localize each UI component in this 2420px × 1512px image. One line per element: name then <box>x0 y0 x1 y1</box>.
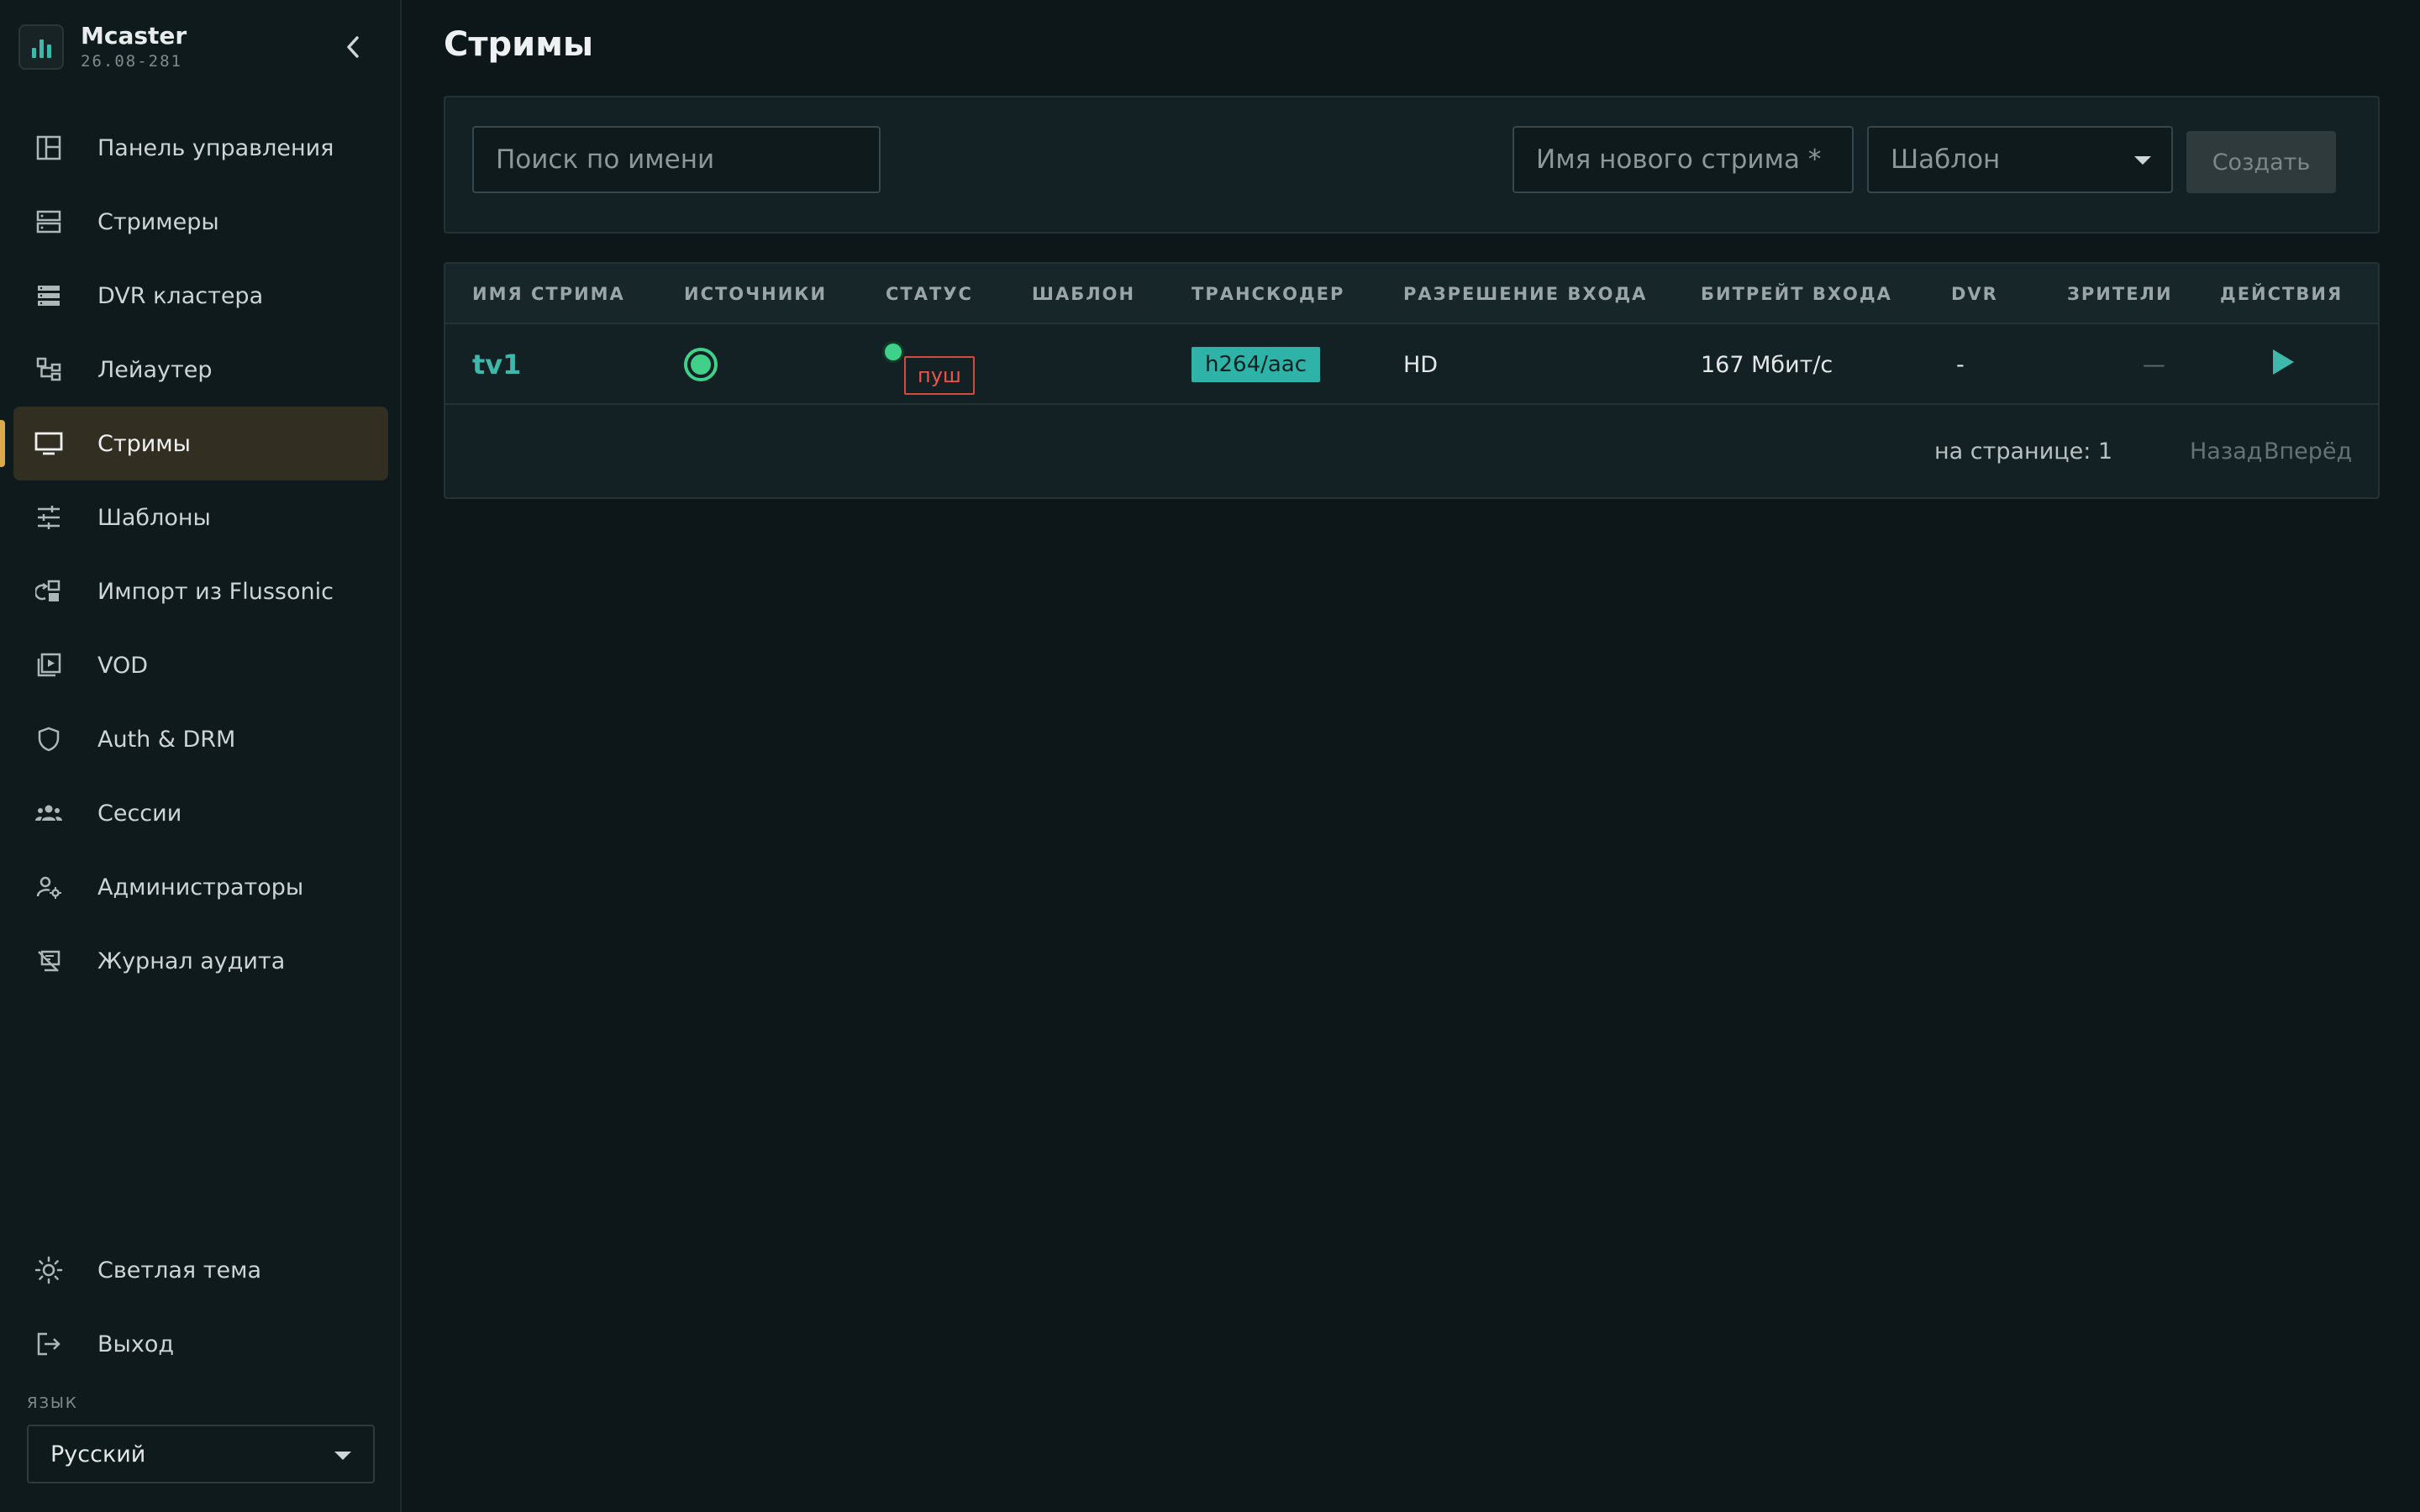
play-icon <box>2273 349 2294 375</box>
storage-icon <box>34 281 64 311</box>
app-version: 26.08-281 <box>81 52 182 71</box>
sidebar-item-vod[interactable]: VOD <box>13 628 388 702</box>
input-resolution: HD <box>1403 351 1439 378</box>
sidebar-item-label: Стримеры <box>97 208 219 235</box>
column-header-name[interactable]: ИМЯ СТРИМА <box>472 284 625 304</box>
audit-icon <box>34 946 64 976</box>
sidebar-item-dvr-cluster[interactable]: DVR кластера <box>13 259 388 333</box>
column-header-viewers[interactable]: ЗРИТЕЛИ <box>2067 284 2173 304</box>
search-input[interactable] <box>472 126 881 193</box>
user-gear-icon <box>34 872 64 902</box>
sliders-icon <box>34 502 64 533</box>
column-header-template[interactable]: ШАБЛОН <box>1032 284 1135 304</box>
language-value: Русский <box>50 1441 146 1467</box>
transcoder-badge: h264/aac <box>1192 347 1321 382</box>
sidebar-bottom: Светлая тема Выход <box>13 1233 388 1381</box>
per-page-label[interactable]: на странице: 1 <box>1934 438 2112 465</box>
sidebar-item-label: Панель управления <box>97 134 334 161</box>
sidebar-item-label: Светлая тема <box>97 1257 261 1284</box>
collapse-sidebar-button[interactable] <box>336 30 370 64</box>
sidebar-item-streamers[interactable]: Стримеры <box>13 185 388 259</box>
sidebar-item-label: Импорт из Flussonic <box>97 578 334 605</box>
sidebar: Mcaster 26.08-281 Панель управления Стри… <box>0 0 402 1512</box>
active-marker <box>0 420 5 467</box>
create-stream-button[interactable]: Создать <box>2186 131 2336 193</box>
sidebar-item-administrators[interactable]: Администраторы <box>13 850 388 924</box>
sidebar-item-streams[interactable]: Стримы <box>0 407 388 480</box>
video-library-icon <box>34 650 64 680</box>
viewers-value: — <box>2143 351 2165 378</box>
sidebar-item-dashboard[interactable]: Панель управления <box>13 111 388 185</box>
next-page-button[interactable]: Вперёд <box>2264 438 2352 465</box>
stream-name-link[interactable]: tv1 <box>472 349 521 381</box>
sidebar-item-label: Лейаутер <box>97 356 213 383</box>
app-root: Mcaster 26.08-281 Панель управления Стри… <box>0 0 2420 1512</box>
play-button[interactable] <box>2270 348 2296 382</box>
stream-toolbar: Шаблон Создать <box>444 96 2380 234</box>
language-select[interactable]: Русский <box>27 1425 375 1483</box>
table-row: tv1 пуш h264/aac HD 167 Мбит/с - — <box>445 324 2378 405</box>
caret-down-icon <box>334 1452 351 1460</box>
sidebar-item-flussonic-import[interactable]: Импорт из Flussonic <box>13 554 388 628</box>
theme-toggle-light[interactable]: Светлая тема <box>13 1233 388 1307</box>
column-header-dvr[interactable]: DVR <box>1951 284 1998 304</box>
column-header-sources[interactable]: ИСТОЧНИКИ <box>684 284 827 304</box>
column-header-input-resolution[interactable]: РАЗРЕШЕНИЕ ВХОДА <box>1403 284 1647 304</box>
logout-button[interactable]: Выход <box>13 1307 388 1381</box>
template-select[interactable]: Шаблон <box>1867 126 2173 193</box>
sidebar-item-label: Сессии <box>97 800 182 827</box>
server-icon <box>34 207 64 237</box>
sidebar-item-sessions[interactable]: Сессии <box>13 776 388 850</box>
page-title: Стримы <box>444 25 594 64</box>
sidebar-item-label: Журнал аудита <box>97 948 286 974</box>
sidebar-item-auth-drm[interactable]: Auth & DRM <box>13 702 388 776</box>
sidebar-item-label: VOD <box>97 652 149 679</box>
status-badge: пуш <box>904 356 975 395</box>
sidebar-item-label: Стримы <box>97 430 191 457</box>
new-stream-name-input[interactable] <box>1512 126 1854 193</box>
app-name: Mcaster <box>81 22 187 50</box>
brand: Mcaster 26.08-281 <box>18 22 187 72</box>
input-bitrate: 167 Мбит/с <box>1701 351 1833 378</box>
main-content: Стримы Шаблон Создать ИМЯ СТРИМА ИСТОЧНИ… <box>403 0 2420 1512</box>
previous-page-button[interactable]: Назад <box>2190 438 2262 465</box>
sidebar-item-label: Администраторы <box>97 874 304 900</box>
dashboard-icon <box>34 133 64 163</box>
monitor-icon <box>34 428 64 459</box>
source-online-indicator <box>684 348 718 381</box>
sidebar-item-layouter[interactable]: Лейаутер <box>13 333 388 407</box>
column-header-status[interactable]: СТАТУС <box>886 284 973 304</box>
logout-icon <box>34 1329 64 1359</box>
column-header-actions: ДЕЙСТВИЯ <box>2220 284 2344 304</box>
bar-chart-logo-icon <box>18 24 64 70</box>
pagination: на странице: 1 Назад Вперёд <box>445 405 2378 499</box>
sidebar-item-audit-log[interactable]: Журнал аудита <box>13 924 388 998</box>
dvr-value: - <box>1956 351 1965 378</box>
language-label: ЯЗЫК <box>27 1394 78 1412</box>
sun-icon <box>34 1255 64 1285</box>
caret-down-icon <box>2134 156 2151 165</box>
streams-table: ИМЯ СТРИМА ИСТОЧНИКИ СТАТУС ШАБЛОН ТРАНС… <box>444 262 2380 499</box>
sidebar-item-label: Auth & DRM <box>97 726 236 753</box>
column-header-input-bitrate[interactable]: БИТРЕЙТ ВХОДА <box>1701 284 1892 304</box>
users-icon <box>34 798 64 828</box>
shield-icon <box>34 724 64 754</box>
sidebar-item-label: Выход <box>97 1331 175 1357</box>
sidebar-item-label: Шаблоны <box>97 504 211 531</box>
table-header: ИМЯ СТРИМА ИСТОЧНИКИ СТАТУС ШАБЛОН ТРАНС… <box>445 264 2378 324</box>
status-online-dot <box>882 341 904 363</box>
template-select-value: Шаблон <box>1891 144 2001 175</box>
layout-icon <box>34 354 64 385</box>
column-header-transcoder[interactable]: ТРАНСКОДЕР <box>1192 284 1344 304</box>
chevron-left-icon <box>347 36 359 58</box>
import-icon <box>34 576 64 606</box>
sidebar-item-label: DVR кластера <box>97 282 264 309</box>
sidebar-nav: Панель управления Стримеры DVR кластера … <box>0 111 388 998</box>
sidebar-item-templates[interactable]: Шаблоны <box>13 480 388 554</box>
